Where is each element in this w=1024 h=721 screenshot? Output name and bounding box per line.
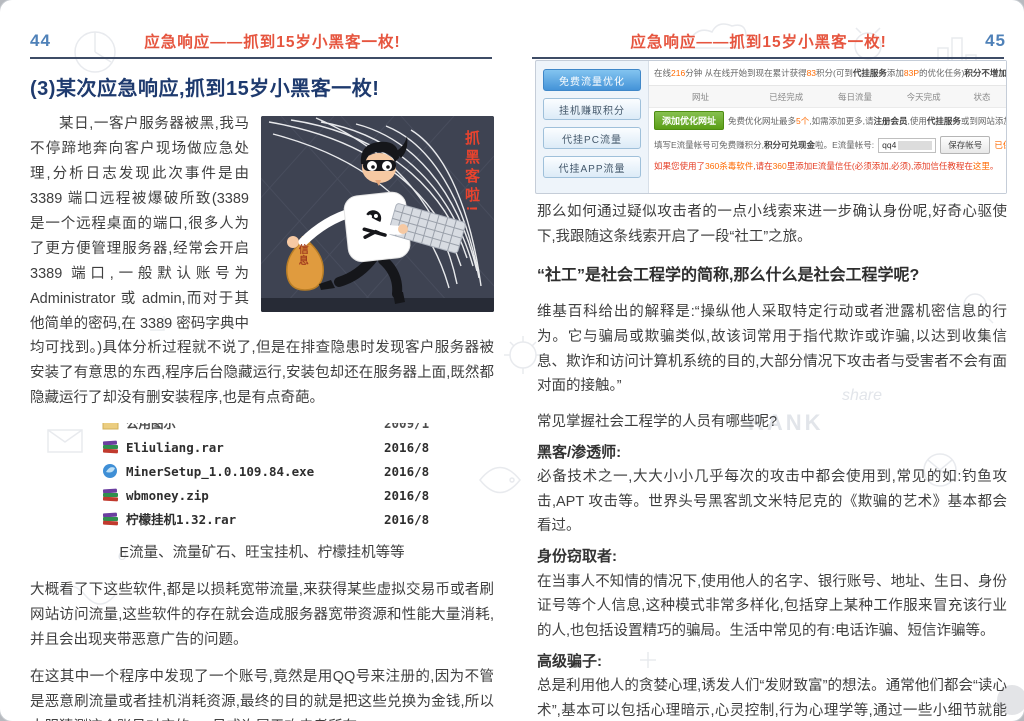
add-note-text: ,如需添加更多,请 bbox=[809, 116, 873, 126]
warning-text: 。 bbox=[990, 161, 999, 171]
account-note-text: 填写E流量帐号可免费赚积分, bbox=[654, 140, 764, 150]
section-title-con-artist: 高级骗子: bbox=[537, 649, 1007, 675]
file-date: 2016/8 bbox=[384, 485, 440, 507]
section-body-con-artist: 总是利用他人的贪婪心理,诱发人们“发财致富”的想法。通常他们都会“读心术”,基本… bbox=[537, 674, 1007, 721]
points-earned: 83 bbox=[807, 68, 816, 78]
warning-360-text: 360杀毒软件 bbox=[705, 161, 753, 171]
eflow-account-input[interactable]: qq4 bbox=[878, 138, 936, 153]
app-sidebar: 免费流量优化 挂机赚取积分 代挂PC流量 代挂APP流量 bbox=[536, 61, 648, 193]
paragraph-qq-account: 在这其中一个程序中发现了一个账号,竟然是用QQ号来注册的,因为不管是恶意刷流量或… bbox=[30, 665, 494, 721]
right-header-rule bbox=[532, 57, 1004, 59]
paragraph-who-uses: 常见掌握社会工程学的人员有哪些呢? bbox=[537, 410, 1007, 435]
folder-icon bbox=[102, 423, 119, 431]
status-text: 在线 bbox=[654, 67, 671, 79]
file-row[interactable]: MinerSetup_1.0.109.84.exe 2016/8 bbox=[102, 459, 440, 483]
status-text: 代挂服务 bbox=[853, 67, 887, 79]
account-value: qq4 bbox=[882, 140, 896, 150]
section-title: (3)某次应急响应,抓到15岁小黑客一枚! bbox=[30, 72, 500, 101]
section-title-identity-thief: 身份窃取者: bbox=[537, 544, 1007, 570]
column-url: 网址 bbox=[649, 91, 752, 103]
app-add-row: 添加优化网址 免费优化网址最多5个,如需添加更多,请注册会员,使用代挂服务或到网… bbox=[649, 108, 1006, 133]
left-page-number: 44 bbox=[30, 31, 51, 51]
agent-service-link[interactable]: 代挂服务 bbox=[927, 116, 961, 126]
right-page-header: 应急响应——抓到15岁小黑客一枚! 45 bbox=[532, 30, 1006, 52]
sidebar-idle-points-button[interactable]: 挂机赚取积分 bbox=[543, 98, 641, 120]
paragraph-software-analysis: 大概看了下这些软件,都是以损耗宽带流量,来获得某些虚拟交易币或者刷网站访问流量,… bbox=[30, 578, 494, 653]
exe-installer-icon bbox=[102, 463, 119, 479]
add-note-limit: 5个 bbox=[796, 116, 809, 126]
app-account-row: 填写E流量帐号可免费赚积分,积分可兑现金啦。E流量帐号: qq4 保存帐号 已保… bbox=[649, 133, 1006, 157]
status-text: 积分(可到 bbox=[816, 67, 853, 79]
sidebar-pc-traffic-button[interactable]: 代挂PC流量 bbox=[543, 127, 641, 149]
file-row[interactable]: 柠檬挂机1.32.rar 2016/8 bbox=[102, 507, 440, 531]
add-note-text: 或到网站添加 bbox=[961, 116, 1006, 126]
section-body-identity-thief: 在当事人不知情的情况下,使用他人的名字、银行账号、地址、生日、身份证号等个人信息… bbox=[537, 570, 1007, 644]
rar-archive-icon bbox=[102, 439, 119, 455]
section-title-hacker: 黑客/渗透师: bbox=[537, 440, 1007, 466]
right-page-body: 那么如何通过疑似攻击者的一点小线索来进一步确认身份呢,好奇心驱使下,我跟随这条线… bbox=[537, 200, 1007, 721]
account-note-text: 啦。E流量帐号: bbox=[815, 140, 874, 150]
file-row[interactable]: wbmoney.zip 2016/8 bbox=[102, 483, 440, 507]
file-date: 2016/8 bbox=[384, 437, 440, 459]
sidebar-app-traffic-button[interactable]: 代挂APP流量 bbox=[543, 156, 641, 178]
status-text: 的优化任务) bbox=[919, 67, 964, 79]
left-page-header: 44 应急响应——抓到15岁小黑客一枚! bbox=[30, 30, 494, 52]
money-bag-label: 信息 bbox=[293, 244, 310, 266]
file-date: 2009/1 bbox=[384, 423, 440, 434]
hacker-cartoon-figure: 抓黑客啦! 信息 bbox=[261, 116, 494, 312]
saved-badge: 已保存 bbox=[994, 139, 1006, 151]
right-running-title: 应急响应——抓到15岁小黑客一枚! bbox=[532, 30, 985, 52]
status-text: 分钟 从在线开始到现在累计获得 bbox=[685, 67, 806, 79]
rar-archive-icon bbox=[102, 487, 119, 503]
warning-text: 360 bbox=[773, 161, 787, 171]
traffic-app-screenshot: 免费流量优化 挂机赚取积分 代挂PC流量 代挂APP流量 在线216分钟 从在线… bbox=[535, 60, 1007, 194]
status-text: 积分不增加 bbox=[964, 67, 1006, 79]
section-body-hacker: 必备技术之一,大大小小几乎每次的攻击中都会使用到,常见的如:钓鱼攻击,APT 攻… bbox=[537, 465, 1007, 539]
redacted-account-suffix bbox=[898, 141, 932, 150]
warning-text: 如果您使用了 bbox=[654, 161, 705, 171]
file-name: wbmoney.zip bbox=[126, 485, 209, 507]
file-row[interactable]: 公用图示 2009/1 bbox=[102, 423, 440, 435]
left-running-title: 应急响应——抓到15岁小黑客一枚! bbox=[51, 30, 494, 52]
app-table-header: 网址 已经完成 每日流量 今天完成 状态 bbox=[649, 86, 1006, 108]
right-page-number: 45 bbox=[985, 31, 1006, 51]
sidebar-free-traffic-button[interactable]: 免费流量优化 bbox=[543, 69, 641, 91]
file-name: 柠檬挂机1.32.rar bbox=[126, 509, 236, 531]
paragraph-clue: 那么如何通过疑似攻击者的一点小线索来进一步确认身份呢,好奇心驱使下,我跟随这条线… bbox=[537, 200, 1007, 249]
tutorial-here-link[interactable]: 这里 bbox=[973, 161, 990, 171]
register-member-link[interactable]: 注册会员 bbox=[874, 116, 908, 126]
add-note-text: ,使用 bbox=[908, 116, 927, 126]
points-value: 83P bbox=[904, 68, 919, 78]
file-name: 公用图示 bbox=[126, 423, 176, 434]
file-date: 2016/8 bbox=[384, 461, 440, 483]
file-list-caption: E流量、流量矿石、旺宝挂机、柠檬挂机等等 bbox=[30, 541, 494, 566]
column-completed: 已经完成 bbox=[752, 91, 821, 103]
file-name: MinerSetup_1.0.109.84.exe bbox=[126, 461, 314, 483]
column-today-done: 今天完成 bbox=[889, 91, 958, 103]
left-header-rule bbox=[30, 57, 492, 59]
status-text: 添加 bbox=[887, 67, 904, 79]
app-warning-row: 如果您使用了360杀毒软件,请在360里添加E流量信任(必须添加,必须),添加信… bbox=[649, 157, 1006, 175]
left-page-body: 抓黑客啦! 信息 某日,一客户服务器被黑,我马不停蹄地奔向客户现场做应急处理,分… bbox=[30, 112, 494, 721]
warning-text: ,请在 bbox=[753, 161, 772, 171]
paragraph-wikipedia-definition: 维基百科给出的解释是:“操纵他人采取特定行动或者泄露机密信息的行为。它与骗局或欺… bbox=[537, 300, 1007, 399]
app-main-panel: 在线216分钟 从在线开始到现在累计获得83积分(可到代挂服务添加83P的优化任… bbox=[648, 61, 1006, 193]
save-account-button[interactable]: 保存帐号 bbox=[940, 136, 990, 154]
file-name: Eliuliang.rar bbox=[126, 437, 224, 459]
add-note-text: 免费优化网址最多 bbox=[728, 116, 796, 126]
online-minutes: 216 bbox=[671, 68, 685, 78]
rar-archive-icon bbox=[102, 511, 119, 527]
file-date: 2016/8 bbox=[384, 509, 440, 531]
file-row[interactable]: Eliuliang.rar 2016/8 bbox=[102, 435, 440, 459]
book-spread: RANK share o 44 应急响应——抓到15岁小黑客一枚! (3)某次应… bbox=[0, 0, 1024, 721]
warning-text: 里添加E流量信任(必须添加,必须),添加信任教程在 bbox=[787, 161, 973, 171]
column-daily-traffic: 每日流量 bbox=[821, 91, 890, 103]
add-optimize-url-button[interactable]: 添加优化网址 bbox=[654, 111, 724, 130]
column-status: 状态 bbox=[958, 91, 1006, 103]
app-status-bar: 在线216分钟 从在线开始到现在累计获得83积分(可到代挂服务添加83P的优化任… bbox=[649, 61, 1006, 86]
social-engineering-heading: “社工”是社会工程学的简称,那么什么是社会工程学呢? bbox=[537, 262, 1007, 289]
catch-hacker-label: 抓黑客啦! bbox=[458, 130, 484, 215]
account-note-text: 积分可兑现金 bbox=[764, 140, 815, 150]
file-list-screenshot: 公用图示 2009/1 Eliuliang.rar 2016/8 MinerSe… bbox=[102, 423, 440, 531]
